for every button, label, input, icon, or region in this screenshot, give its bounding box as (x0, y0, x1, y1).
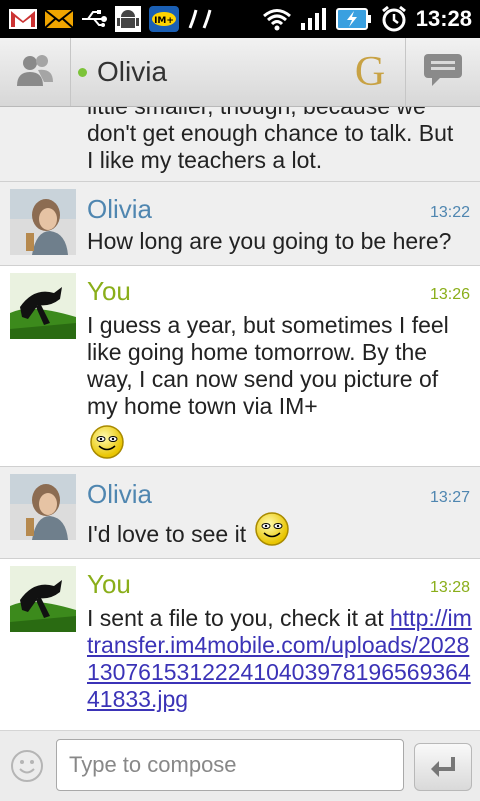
message-text-content: I'd love to see it (87, 521, 247, 547)
smiley-outline-icon (11, 750, 43, 782)
usb-icon (80, 7, 108, 31)
avatar (10, 189, 76, 255)
system-icons: 13:28 (262, 4, 472, 34)
gtalk-service-icon[interactable]: G (340, 38, 400, 106)
message-line: little smaller, though, because we (87, 107, 472, 120)
message-time: 13:27 (429, 489, 470, 506)
avatar (10, 273, 76, 339)
avatar (10, 566, 76, 632)
message-item: You 13:28 I sent a file to you, check it… (0, 559, 480, 730)
chats-button[interactable] (405, 38, 480, 106)
chat-bubble-icon (422, 52, 464, 92)
message-time: 13:26 (429, 286, 470, 303)
notification-icons: IM+ (8, 4, 220, 34)
compose-bar (0, 730, 480, 801)
send-button[interactable] (414, 743, 472, 791)
smiley-icon (89, 424, 125, 464)
avatar (10, 474, 76, 540)
alarm-icon (380, 5, 408, 33)
emoticon-picker-button[interactable] (10, 749, 44, 783)
message-line: don't get enough chance to talk. But (87, 120, 454, 146)
chat-header: Olivia G (0, 38, 480, 107)
message-text: I sent a file to you, check it at http:/… (87, 605, 472, 713)
message-text: How long are you going to be here? (87, 228, 452, 254)
sender-name: You (87, 569, 131, 599)
wifi-icon (262, 7, 292, 31)
message-text: I guess a year, but sometimes I feel lik… (87, 312, 449, 419)
status-bar: IM+ 13:28 (0, 0, 480, 38)
message-item: You 13:26 I guess a year, but sometimes … (0, 266, 480, 467)
sender-name: Olivia (87, 194, 153, 224)
message-item: Olivia 13:22 How long are you going to b… (0, 182, 480, 266)
chat-title: Olivia (78, 38, 167, 106)
message-text: little smaller, though, because we don't… (87, 107, 472, 174)
smiley-icon (254, 511, 290, 551)
message-time: 13:22 (429, 204, 470, 221)
email-icon (44, 7, 74, 31)
battery-charging-icon (335, 6, 372, 32)
contacts-button[interactable] (0, 38, 71, 106)
sender-name: Olivia (87, 479, 153, 509)
contacts-icon (16, 52, 54, 92)
compose-input[interactable] (56, 739, 404, 791)
message-text-prefix: I sent a file to you, check it at (87, 605, 390, 631)
svg-text:IM+: IM+ (154, 16, 174, 26)
im-plus-icon: IM+ (148, 5, 180, 33)
status-clock: 13:28 (415, 6, 472, 31)
message-time: 13:28 (429, 579, 470, 596)
message-line: I like my teachers a lot. (87, 147, 323, 173)
sender-name: You (87, 276, 131, 306)
gmail-icon (8, 7, 38, 31)
contact-name: Olivia (97, 56, 168, 87)
online-status-icon (78, 67, 87, 77)
missed-signal-icon (186, 6, 220, 32)
android-debug-icon (114, 5, 142, 33)
message-item: little smaller, though, because we don't… (0, 107, 480, 182)
message-text: I'd love to see it (87, 521, 246, 548)
signal-icon (300, 7, 328, 31)
enter-arrow-icon (431, 757, 455, 777)
message-item: Olivia 13:27 I'd love to see it (0, 467, 480, 559)
